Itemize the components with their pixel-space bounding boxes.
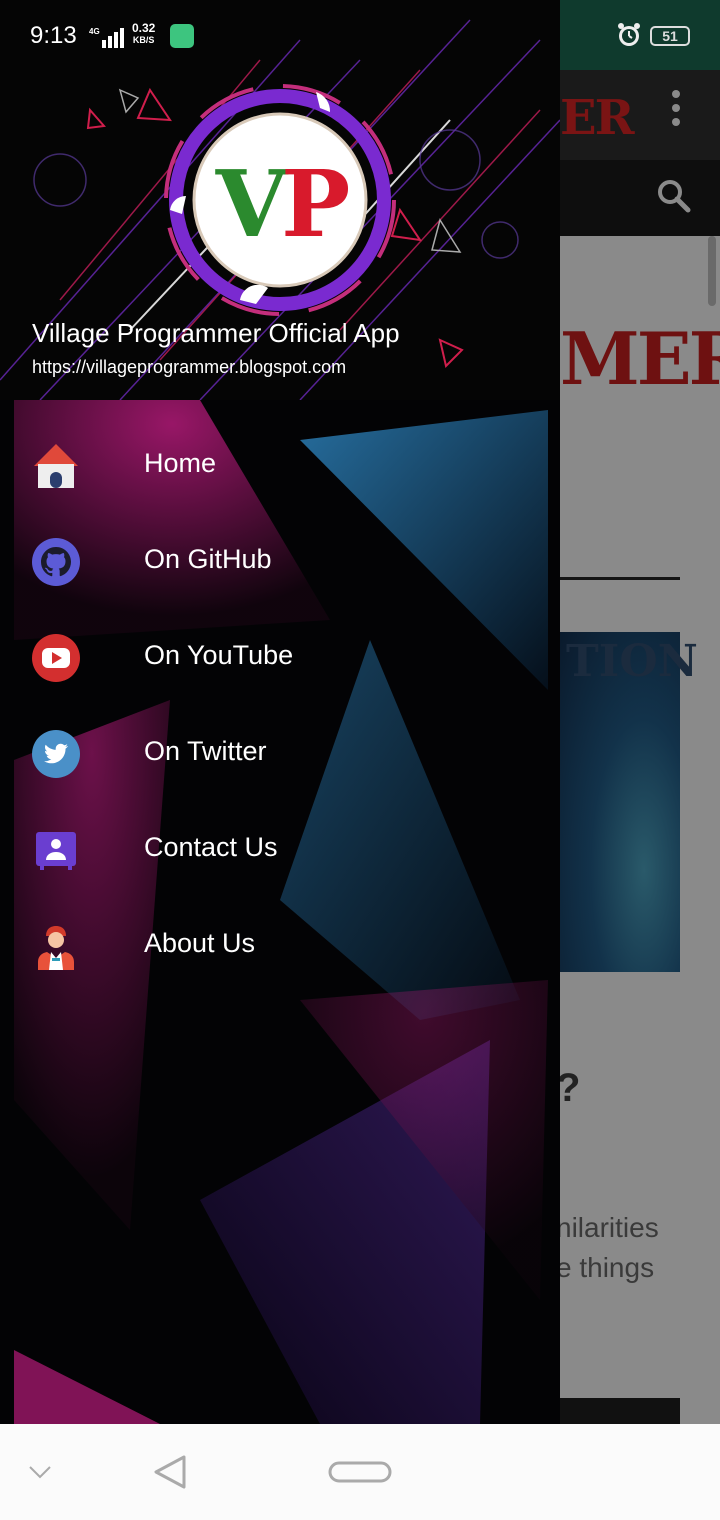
search-icon[interactable]	[656, 178, 692, 214]
network-speed: 0.32 KB/S	[132, 22, 155, 46]
menu-item-twitter[interactable]: On Twitter	[0, 706, 560, 802]
menu-item-label: Home	[144, 448, 217, 478]
drawer-menu: Home On GitHub On YouTube On Twitter Con…	[0, 418, 560, 994]
navigation-drawer: VP Village Programmer Official App https…	[0, 0, 560, 1424]
menu-item-home[interactable]: Home	[0, 418, 560, 514]
background-content-logo: MER	[560, 316, 720, 401]
background-text-line: e things	[556, 1252, 655, 1283]
menu-item-github[interactable]: On GitHub	[0, 514, 560, 610]
back-icon[interactable]	[152, 1454, 188, 1490]
background-scrollbar	[708, 236, 716, 306]
menu-item-youtube[interactable]: On YouTube	[0, 610, 560, 706]
background-block	[560, 1398, 680, 1424]
youtube-icon	[32, 634, 80, 682]
menu-item-label: On YouTube	[144, 640, 294, 670]
network-speed-value: 0.32	[132, 21, 156, 35]
background-divider	[560, 577, 680, 580]
menu-item-about[interactable]: About Us	[0, 898, 560, 994]
menu-item-label: On Twitter	[144, 736, 267, 766]
contact-icon	[36, 832, 76, 870]
app-url[interactable]: https://villageprogrammer.blogspot.com	[32, 357, 346, 378]
status-time: 9:13	[30, 22, 77, 49]
menu-item-label: Contact Us	[144, 832, 278, 862]
svg-text:VP: VP	[215, 150, 348, 258]
app-title: Village Programmer Official App	[32, 318, 400, 348]
person-icon	[38, 926, 74, 970]
menu-item-label: On GitHub	[144, 544, 272, 574]
github-icon	[32, 538, 80, 586]
battery-indicator: 51	[650, 26, 690, 46]
menu-item-label: About Us	[144, 928, 256, 958]
menu-item-contact[interactable]: Contact Us	[0, 802, 560, 898]
network-speed-unit: KB/S	[132, 35, 155, 45]
twitter-icon	[32, 730, 80, 778]
background-text-line: nilarities	[556, 1212, 659, 1243]
system-navigation-bar	[0, 1424, 720, 1520]
network-type-label: 4G	[89, 27, 100, 36]
alarm-icon	[618, 23, 640, 46]
status-bar: 9:13 4G 0.32 KB/S 51	[0, 0, 720, 70]
background-toolbar-logo: ER	[560, 90, 634, 146]
overflow-menu-icon[interactable]	[664, 86, 688, 134]
background-image-text: TION	[566, 636, 698, 687]
home-icon	[34, 444, 78, 488]
chevron-down-icon[interactable]	[28, 1464, 52, 1480]
home-pill-icon[interactable]	[328, 1460, 392, 1484]
signal-icon: 4G	[89, 27, 124, 48]
notification-app-icon	[170, 24, 194, 48]
